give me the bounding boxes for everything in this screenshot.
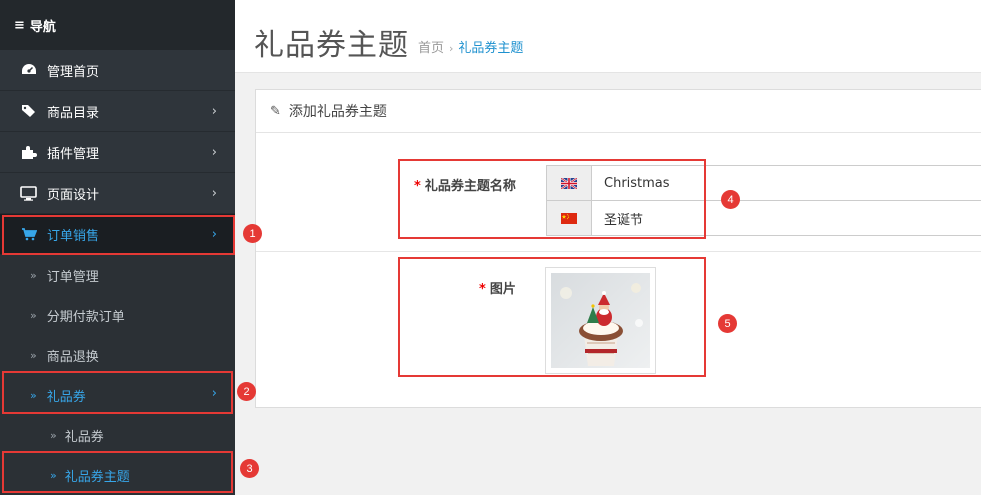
chevron-right-icon: › <box>211 145 217 160</box>
page-title: 礼品券主题 <box>254 28 409 63</box>
sidebar-item-plugins[interactable]: 插件管理 › <box>0 132 235 173</box>
puzzle-icon <box>19 144 38 160</box>
chevron-right-icon: › <box>211 186 217 201</box>
double-chevron-icon: » <box>30 268 37 282</box>
sidebar-subitem-label: 分期付款订单 <box>46 309 125 325</box>
double-chevron-icon: » <box>30 348 37 362</box>
highlight-box-4 <box>398 159 706 239</box>
sidebar-item-label: 商品目录 <box>47 105 100 121</box>
breadcrumb: 首页 › 礼品券主题 <box>418 37 523 56</box>
sidebar-item-label: 页面设计 <box>47 187 100 203</box>
sidebar-subitem-label: 订单管理 <box>46 269 99 285</box>
sidebar-subitem-label: 商品退换 <box>46 349 99 365</box>
pencil-icon: ✎ <box>270 103 281 119</box>
sidebar-item-label: 插件管理 <box>47 146 100 162</box>
panel-heading-label: 添加礼品券主题 <box>288 104 387 120</box>
main-content: 礼品券主题 首页 › 礼品券主题 ✎ 添加礼品券主题 * 礼品券主题名称 Christ… <box>235 0 981 495</box>
annotation-badge-3: 3 <box>240 459 259 478</box>
breadcrumb-home[interactable]: 首页 <box>418 41 444 56</box>
sidebar-subitem-returns[interactable]: » 商品退换 <box>0 335 235 375</box>
chevron-right-icon: › <box>211 104 217 119</box>
nav-header[interactable]: ≡ 导航 <box>0 0 235 50</box>
sidebar-subitem-orders[interactable]: » 订单管理 <box>0 255 235 295</box>
form-divider <box>256 251 981 252</box>
double-chevron-icon: » <box>50 428 57 442</box>
sidebar-item-catalog[interactable]: 商品目录 › <box>0 91 235 132</box>
sidebar-item-design[interactable]: 页面设计 › <box>0 173 235 214</box>
annotation-badge-1: 1 <box>243 224 262 243</box>
annotation-badge-5: 5 <box>718 314 737 333</box>
page-header: 礼品券主题 首页 › 礼品券主题 <box>235 0 981 73</box>
panel-heading: ✎ 添加礼品券主题 <box>256 90 981 133</box>
highlight-box-3 <box>2 451 233 493</box>
highlight-box-1 <box>2 215 235 255</box>
dashboard-icon <box>19 62 38 78</box>
breadcrumb-separator-icon: › <box>449 42 454 55</box>
sidebar-subitem-installment-orders[interactable]: » 分期付款订单 <box>0 295 235 335</box>
breadcrumb-current[interactable]: 礼品券主题 <box>458 41 523 56</box>
sidebar-item-dashboard[interactable]: 管理首页 <box>0 50 235 91</box>
sidebar-subitem-label: 礼品券 <box>64 429 104 445</box>
nav-header-label: 导航 <box>29 19 56 35</box>
double-chevron-icon: » <box>30 308 37 322</box>
highlight-box-2 <box>2 371 233 414</box>
annotation-badge-4: 4 <box>721 190 740 209</box>
highlight-box-5 <box>398 257 706 377</box>
sidebar-item-label: 管理首页 <box>47 64 100 80</box>
annotation-badge-2: 2 <box>237 382 256 401</box>
sidebar-subitem-voucher-list[interactable]: » 礼品券 <box>0 415 235 455</box>
tag-icon <box>19 103 38 119</box>
monitor-icon <box>19 185 38 201</box>
hamburger-icon: ≡ <box>14 17 25 33</box>
